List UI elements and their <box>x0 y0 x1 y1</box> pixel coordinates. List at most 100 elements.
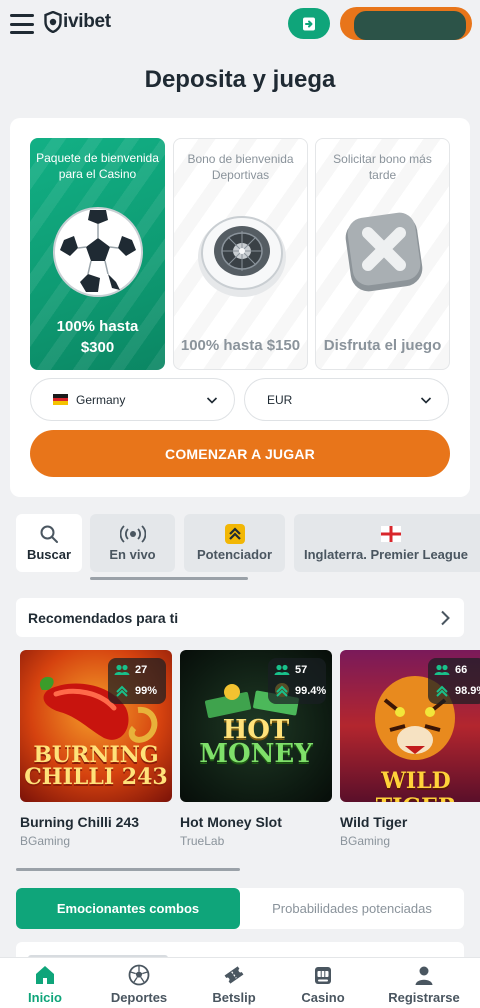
game-thumbnail[interactable]: WILD TIGER 66 98.9% <box>340 650 480 802</box>
bottom-nav-label: Deportes <box>110 990 168 1005</box>
bottom-nav-betslip[interactable]: Betslip <box>186 958 282 1008</box>
game-card-wild-tiger[interactable]: WILD TIGER 66 98.9% Wild Tiger BGaming <box>340 650 480 848</box>
boost-chevron-icon <box>224 524 245 544</box>
tab-exciting-combos[interactable]: Emocionantes combos <box>16 888 240 929</box>
game-thumbnail[interactable]: HOT MONEY 57 99.4% <box>180 650 332 802</box>
recommended-header[interactable]: Recomendados para ti <box>16 598 464 637</box>
shield-logo-icon <box>44 11 62 33</box>
thumbnail-title-line: CHILLI 243 <box>24 764 168 790</box>
rtp-value: 99% <box>135 685 158 697</box>
quick-nav-label: Inglaterra. Premier League <box>304 547 469 562</box>
rtp-value: 98.9% <box>455 685 480 697</box>
bottom-nav-label: Betslip <box>212 990 256 1005</box>
bottom-nav-casino[interactable]: Casino <box>275 958 371 1008</box>
chevron-right-icon[interactable] <box>440 610 450 626</box>
quick-nav-label: Potenciador <box>196 547 273 562</box>
bonus-description: Solicitar bono más tarde <box>333 152 432 182</box>
quick-nav-boost[interactable]: Potenciador <box>184 514 285 572</box>
login-arrow-icon <box>303 17 315 30</box>
players-count: 57 <box>295 664 308 676</box>
currency-value: EUR <box>267 392 293 407</box>
soccer-ball-icon <box>128 964 150 986</box>
bonus-amount: 100% hasta $150 <box>180 337 301 354</box>
game-provider: TrueLab <box>180 834 225 848</box>
quick-nav-label: Buscar <box>26 547 72 562</box>
combo-tabs: Emocionantes combos Probabilidades poten… <box>16 888 464 929</box>
thumbnail-title-line: WILD TIGER <box>376 768 457 802</box>
logo-text: ivibet <box>63 11 111 32</box>
page: ivibet Deposita y juega Paquete de bienv… <box>0 0 480 1008</box>
quick-nav: Buscar En vivo Potenciador Inglaterra. P… <box>0 512 480 576</box>
players-icon <box>114 664 130 675</box>
chevron-down-icon <box>206 397 218 404</box>
page-title: Deposita y juega <box>144 66 336 93</box>
bonus-amount: 100% hasta $300 <box>30 316 165 358</box>
bottom-nav-label: Inicio <box>28 990 62 1005</box>
game-name: Burning Chilli 243 <box>20 814 140 830</box>
user-icon <box>415 966 433 985</box>
roulette-wheel-icon <box>198 216 286 297</box>
players-icon <box>274 664 290 675</box>
currency-select[interactable]: EUR <box>244 378 449 421</box>
country-value: Germany <box>76 392 126 407</box>
search-icon <box>40 525 58 543</box>
login-button[interactable] <box>288 8 330 39</box>
top-header: ivibet <box>0 0 480 50</box>
bonus-description: Bono de bienvenida Deportivas <box>187 152 294 182</box>
redacted-overlay <box>354 11 466 40</box>
game-provider: BGaming <box>340 834 391 848</box>
ticket-icon <box>224 966 244 984</box>
slot-machine-icon <box>315 967 331 984</box>
game-thumbnail[interactable]: BURNING CHILLI 243 27 99% <box>20 650 172 802</box>
tab-boosted-odds[interactable]: Probabilidades potenciadas <box>240 888 464 929</box>
thumbnail-title: BURNING CHILLI 243 <box>20 744 172 788</box>
thumbnail-title-line: MONEY <box>199 739 313 769</box>
game-stats-badge: 27 99% <box>108 658 166 704</box>
bonus-tile-casino[interactable]: Paquete de bienvenida para el Casino 100… <box>30 138 165 370</box>
game-name: Hot Money Slot <box>180 814 282 830</box>
bottom-nav-register[interactable]: Registrarse <box>376 958 472 1008</box>
bonus-tile-sports[interactable]: Bono de bienvenida Deportivas 100% hasta… <box>173 138 308 370</box>
quick-nav-label: En vivo <box>109 547 156 562</box>
quick-nav-search[interactable]: Buscar <box>16 514 82 572</box>
bonus-card: Paquete de bienvenida para el Casino 100… <box>10 118 470 497</box>
game-card-burning-chilli[interactable]: BURNING CHILLI 243 27 99% Burning Chilli… <box>20 650 172 848</box>
section-title: Recomendados para ti <box>28 609 179 626</box>
horizontal-scrollbar[interactable] <box>16 868 240 871</box>
bottom-nav-label: Casino <box>301 990 345 1005</box>
thumbnail-title: WILD TIGER <box>340 768 480 802</box>
players-count: 66 <box>455 664 468 676</box>
rtp-icon <box>436 685 448 697</box>
rtp-value: 99.4% <box>295 685 327 697</box>
bottom-nav-label: Registrarse <box>388 990 460 1005</box>
rtp-icon <box>116 685 128 697</box>
soccer-ball-icon <box>53 207 143 297</box>
quick-nav-live[interactable]: En vivo <box>90 514 175 572</box>
bonus-amount-text: 100% hasta $300 <box>56 318 139 356</box>
germany-flag-icon <box>53 394 68 406</box>
bonus-description: Paquete de bienvenida para el Casino <box>36 151 159 181</box>
bonus-amount: Disfruta el juego <box>323 337 442 354</box>
bottom-nav-home[interactable]: Inicio <box>0 958 93 1008</box>
game-card-hot-money[interactable]: HOT MONEY 57 99.4% Hot Money Slot TrueLa… <box>180 650 332 848</box>
thumbnail-title: HOT MONEY <box>180 717 332 769</box>
game-name: Wild Tiger <box>340 814 408 830</box>
bottom-nav-sports[interactable]: Deportes <box>91 958 187 1008</box>
players-count: 27 <box>135 664 148 676</box>
home-icon <box>36 966 54 984</box>
rtp-icon <box>276 685 288 697</box>
quick-nav-premier-league[interactable]: Inglaterra. Premier League <box>294 514 480 572</box>
players-icon <box>434 664 450 675</box>
thumbnail-title-line: BURNING <box>33 742 159 768</box>
brand-logo[interactable]: ivibet <box>44 11 111 33</box>
close-x-icon <box>345 212 423 292</box>
game-stats-badge: 57 99.4% <box>268 658 326 704</box>
hamburger-menu-icon[interactable] <box>10 14 34 34</box>
start-playing-button[interactable]: COMENZAR A JUGAR <box>30 430 450 477</box>
horizontal-scrollbar[interactable] <box>90 577 248 580</box>
game-stats-badge: 66 98.9% <box>428 658 480 704</box>
chevron-down-icon <box>420 397 432 404</box>
country-select[interactable]: Germany <box>30 378 235 421</box>
account-pill-button[interactable] <box>340 7 472 40</box>
bonus-tile-later[interactable]: Solicitar bono más tarde Disfruta el jue… <box>315 138 450 370</box>
